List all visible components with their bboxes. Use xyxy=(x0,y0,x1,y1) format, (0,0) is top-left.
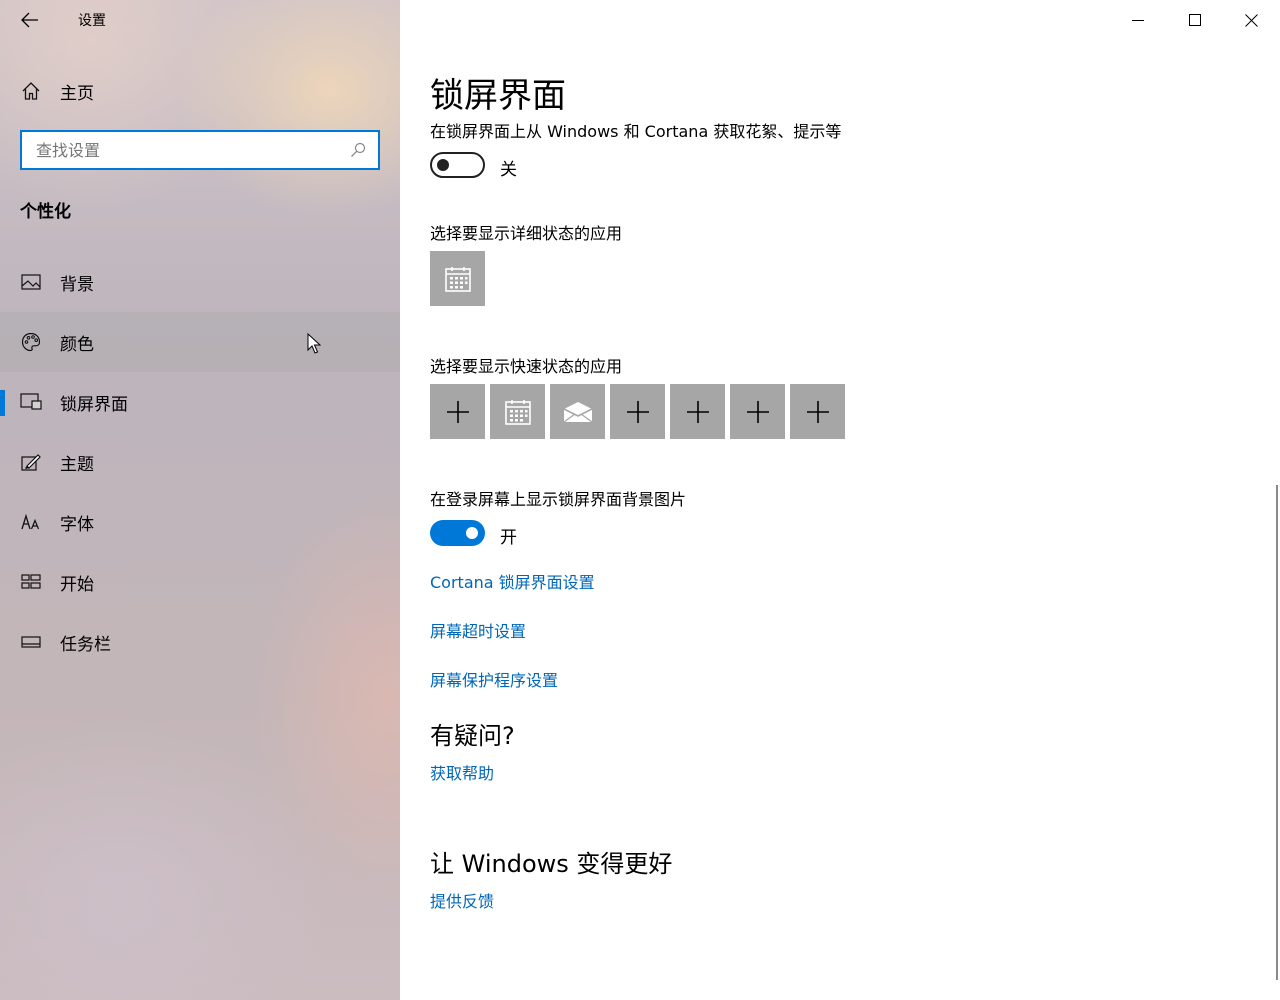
plus-icon xyxy=(806,400,829,423)
feedback-heading: 让 Windows 变得更好 xyxy=(430,850,673,878)
plus-icon xyxy=(626,400,649,423)
taskbar-icon xyxy=(20,631,42,653)
quick-status-add-button[interactable] xyxy=(730,384,785,439)
sidebar-item-label: 字体 xyxy=(60,514,94,535)
toggle-knob xyxy=(437,159,449,171)
app-title: 设置 xyxy=(78,13,106,29)
signin-background-toggle-label: 开 xyxy=(500,528,517,548)
home-icon xyxy=(20,80,42,102)
picture-icon xyxy=(20,271,42,293)
quick-status-add-button[interactable] xyxy=(790,384,845,439)
sidebar-item-themes[interactable]: 主题 xyxy=(0,432,400,492)
plus-icon xyxy=(446,400,469,423)
quick-status-mail-button[interactable] xyxy=(550,384,605,439)
back-button[interactable] xyxy=(8,2,52,38)
tips-toggle[interactable] xyxy=(430,152,485,178)
back-arrow-icon xyxy=(21,12,38,28)
help-heading: 有疑问? xyxy=(430,722,515,750)
detailed-status-app-button[interactable] xyxy=(430,251,485,306)
sidebar-item-label: 锁屏界面 xyxy=(60,394,128,415)
sidebar-item-taskbar[interactable]: 任务栏 xyxy=(0,612,400,672)
mouse-cursor-icon xyxy=(307,333,321,354)
sidebar-item-label: 颜色 xyxy=(60,334,94,355)
cortana-lockscreen-settings-link[interactable]: Cortana 锁屏界面设置 xyxy=(430,569,595,593)
sidebar: 设置 主页 个性化 背景 xyxy=(0,0,400,1000)
screensaver-settings-link[interactable]: 屏幕保护程序设置 xyxy=(430,667,558,691)
lockscreen-icon xyxy=(20,391,42,413)
signin-background-toggle[interactable] xyxy=(430,520,485,546)
calendar-icon xyxy=(504,399,531,425)
sidebar-item-label: 任务栏 xyxy=(60,634,111,655)
plus-icon xyxy=(746,400,769,423)
start-icon xyxy=(20,571,42,593)
sidebar-item-label: 背景 xyxy=(60,274,94,295)
home-label: 主页 xyxy=(60,83,94,104)
give-feedback-link[interactable]: 提供反馈 xyxy=(430,888,494,912)
calendar-icon xyxy=(444,266,471,292)
mail-icon xyxy=(563,401,592,422)
theme-brush-icon xyxy=(20,451,42,473)
sidebar-item-label: 开始 xyxy=(60,574,94,595)
search-box[interactable] xyxy=(20,130,380,170)
sidebar-item-background[interactable]: 背景 xyxy=(0,252,400,312)
tips-toggle-label: 关 xyxy=(500,160,517,180)
sidebar-item-lockscreen[interactable]: 锁屏界面 xyxy=(0,372,400,432)
scrollbar[interactable] xyxy=(1276,485,1278,980)
get-help-link[interactable]: 获取帮助 xyxy=(430,760,494,784)
font-icon xyxy=(20,511,42,533)
sidebar-item-colors[interactable]: 颜色 xyxy=(0,312,400,372)
quick-status-label: 选择要显示快速状态的应用 xyxy=(430,357,623,376)
plus-icon xyxy=(686,400,709,423)
sidebar-item-home[interactable]: 主页 xyxy=(0,70,400,112)
search-input[interactable] xyxy=(22,132,346,168)
main-content: 锁屏界面 在锁屏界面上从 Windows 和 Cortana 获取花絮、提示等 … xyxy=(430,0,1250,1000)
page-title: 锁屏界面 xyxy=(430,76,566,116)
toggle-knob xyxy=(466,527,478,539)
tips-description: 在锁屏界面上从 Windows 和 Cortana 获取花絮、提示等 xyxy=(430,122,842,141)
palette-icon xyxy=(20,331,42,353)
sidebar-item-label: 主题 xyxy=(60,454,94,475)
detailed-status-label: 选择要显示详细状态的应用 xyxy=(430,224,623,243)
sidebar-item-start[interactable]: 开始 xyxy=(0,552,400,612)
sidebar-item-fonts[interactable]: 字体 xyxy=(0,492,400,552)
quick-status-add-button[interactable] xyxy=(610,384,665,439)
quick-status-calendar-button[interactable] xyxy=(490,384,545,439)
section-title: 个性化 xyxy=(20,202,71,222)
signin-background-label: 在登录屏幕上显示锁屏界面背景图片 xyxy=(430,490,687,509)
screen-timeout-settings-link[interactable]: 屏幕超时设置 xyxy=(430,618,526,642)
quick-status-add-button[interactable] xyxy=(670,384,725,439)
search-icon[interactable] xyxy=(346,142,370,158)
sidebar-nav: 背景 颜色 锁屏界面 主题 字体 开始 任务栏 xyxy=(0,252,400,672)
quick-status-add-button[interactable] xyxy=(430,384,485,439)
